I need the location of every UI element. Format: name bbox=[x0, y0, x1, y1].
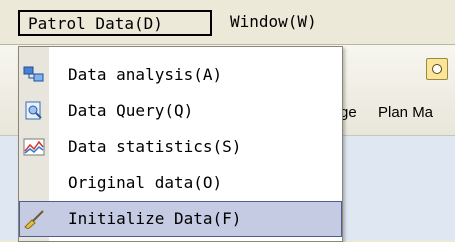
toolbar-label-plan-manager[interactable]: Plan Ma bbox=[378, 104, 433, 121]
menu-item-label: Data analysis(A) bbox=[68, 65, 223, 84]
menu-item-initialize-data[interactable]: Initialize Data(F) bbox=[19, 201, 342, 237]
data-query-icon bbox=[25, 101, 42, 120]
menu-item-data-query[interactable]: Data Query(Q) bbox=[19, 93, 342, 129]
menu-window[interactable]: Window(W) bbox=[222, 10, 340, 36]
menu-item-label: Initialize Data(F) bbox=[68, 209, 242, 228]
data-analysis-icon bbox=[23, 66, 44, 82]
menu-patrol-data[interactable]: Patrol Data(D) bbox=[18, 10, 212, 36]
menu-item-original-data[interactable]: Original data(O) bbox=[19, 165, 342, 201]
broom-icon bbox=[24, 210, 44, 229]
patrol-data-dropdown: Data analysis(A) Data Query(Q) Data stat… bbox=[18, 46, 343, 242]
data-statistics-icon bbox=[23, 138, 45, 156]
menu-item-data-statistics[interactable]: Data statistics(S) bbox=[19, 129, 342, 165]
menu-bar: Patrol Data(D) Window(W) bbox=[0, 0, 455, 45]
menu-item-label: Data statistics(S) bbox=[68, 137, 242, 156]
menu-item-data-analysis[interactable]: Data analysis(A) bbox=[19, 57, 342, 93]
plan-manager-icon[interactable] bbox=[426, 58, 448, 80]
menu-item-label: Original data(O) bbox=[68, 173, 223, 192]
menu-item-label: Data Query(Q) bbox=[68, 101, 194, 120]
